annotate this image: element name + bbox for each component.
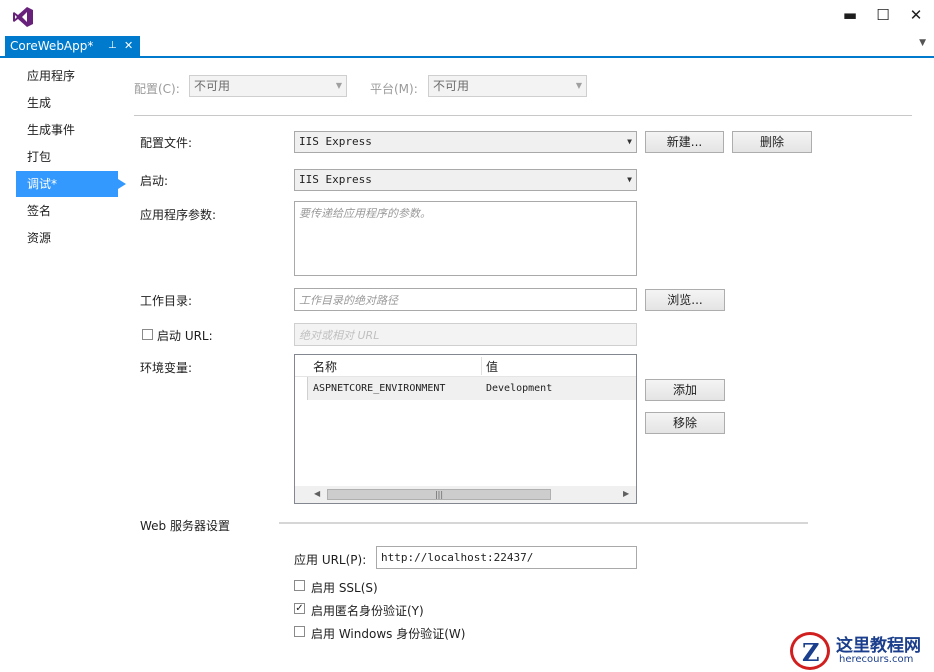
working-dir-input[interactable]: 工作目录的绝对路径 [294, 288, 637, 311]
pin-icon[interactable]: ⊥ [108, 36, 117, 56]
sidebar-item-5[interactable]: 签名 [16, 198, 118, 224]
config-select[interactable]: 不可用 ▼ [189, 75, 347, 97]
anon-auth-label: 启用匿名身份验证(Y) [311, 604, 424, 618]
tab-title: CoreWebApp* [10, 39, 94, 53]
tab-close-icon[interactable]: ✕ [124, 36, 133, 56]
platform-select[interactable]: 不可用 ▼ [428, 75, 587, 97]
app-url-label: 应用 URL(P): [294, 553, 367, 567]
sidebar-item-1[interactable]: 生成 [16, 90, 118, 116]
launch-url-checkbox[interactable] [142, 329, 153, 340]
env-label: 环境变量: [140, 361, 193, 375]
chevron-down-icon: ▼ [335, 81, 342, 90]
app-args-label: 应用程序参数: [140, 208, 217, 222]
column-divider [481, 357, 482, 375]
remove-env-button[interactable]: 移除 [645, 412, 725, 434]
section-divider [279, 522, 808, 524]
add-env-button[interactable]: 添加 [645, 379, 725, 401]
sidebar-item-2[interactable]: 生成事件 [16, 117, 118, 143]
config-label: 配置(C): [134, 82, 180, 96]
watermark-url: herecours.com [839, 654, 914, 665]
working-dir-label: 工作目录: [140, 294, 193, 308]
launch-url-input: 绝对或相对 URL [294, 323, 637, 346]
minimize-button[interactable]: ▬ [834, 4, 866, 26]
chevron-down-icon: ▼ [627, 137, 632, 146]
watermark: Z 这里教程网 herecours.com [786, 629, 934, 672]
env-col-value[interactable]: 值 [486, 358, 498, 375]
ssl-label: 启用 SSL(S) [311, 581, 378, 595]
sidebar-item-0[interactable]: 应用程序 [16, 63, 118, 89]
browse-button[interactable]: 浏览... [645, 289, 725, 311]
sidebar-item-3[interactable]: 打包 [16, 144, 118, 170]
env-col-name[interactable]: 名称 [313, 358, 337, 375]
profile-select-value: IIS Express [299, 135, 372, 148]
table-row[interactable]: ASPNETCORE_ENVIRONMENT Development [295, 377, 636, 400]
env-var-value[interactable]: Development [486, 383, 552, 394]
sidebar-item-6[interactable]: 资源 [16, 225, 118, 251]
launch-url-label: 启动 URL: [157, 329, 213, 343]
config-select-value: 不可用 [194, 79, 231, 93]
scroll-left-icon[interactable]: ◀ [314, 489, 320, 498]
tab-corewebapp[interactable]: CoreWebApp* ⊥ ✕ [5, 36, 140, 56]
anon-auth-checkbox[interactable]: ✓ [294, 603, 305, 614]
delete-profile-button[interactable]: 删除 [732, 131, 812, 153]
scroll-thumb[interactable]: ||| [327, 489, 551, 500]
sidebar-item-4[interactable]: 调试* [16, 171, 126, 197]
divider [134, 115, 912, 116]
platform-label: 平台(M): [370, 82, 418, 96]
launch-select[interactable]: IIS Express ▼ [294, 169, 637, 191]
windows-auth-checkbox[interactable] [294, 626, 305, 637]
app-args-textarea[interactable]: 要传递给应用程序的参数。 [294, 201, 637, 276]
env-grid-header: 名称 值 [295, 355, 636, 377]
visual-studio-logo-icon [13, 7, 33, 27]
platform-select-value: 不可用 [433, 79, 470, 93]
launch-select-value: IIS Express [299, 173, 372, 186]
watermark-title: 这里教程网 [836, 636, 921, 656]
tab-dropdown-icon[interactable]: ▼ [919, 38, 926, 48]
watermark-logo-letter: Z [802, 638, 820, 667]
env-var-name[interactable]: ASPNETCORE_ENVIRONMENT [313, 383, 445, 394]
ssl-checkbox[interactable] [294, 580, 305, 591]
new-profile-button[interactable]: 新建... [645, 131, 724, 153]
profile-label: 配置文件: [140, 136, 193, 150]
chevron-down-icon: ▼ [627, 175, 632, 184]
row-header [295, 377, 308, 400]
maximize-button[interactable]: ☐ [867, 4, 899, 26]
app-url-input[interactable]: http://localhost:22437/ [376, 546, 637, 569]
horizontal-scrollbar[interactable]: ◀ ||| ▶ [295, 486, 636, 503]
watermark-logo: Z [790, 632, 830, 670]
web-server-section-label: Web 服务器设置 [140, 519, 230, 533]
env-grid[interactable]: 名称 值 ASPNETCORE_ENVIRONMENT Development … [294, 354, 637, 504]
close-window-button[interactable]: ✕ [900, 4, 932, 26]
windows-auth-label: 启用 Windows 身份验证(W) [311, 627, 466, 641]
chevron-down-icon: ▼ [575, 81, 582, 90]
profile-select[interactable]: IIS Express ▼ [294, 131, 637, 153]
launch-label: 启动: [140, 174, 169, 188]
scroll-right-icon[interactable]: ▶ [623, 489, 629, 498]
document-tab-strip [0, 36, 934, 58]
title-bar [0, 0, 934, 36]
